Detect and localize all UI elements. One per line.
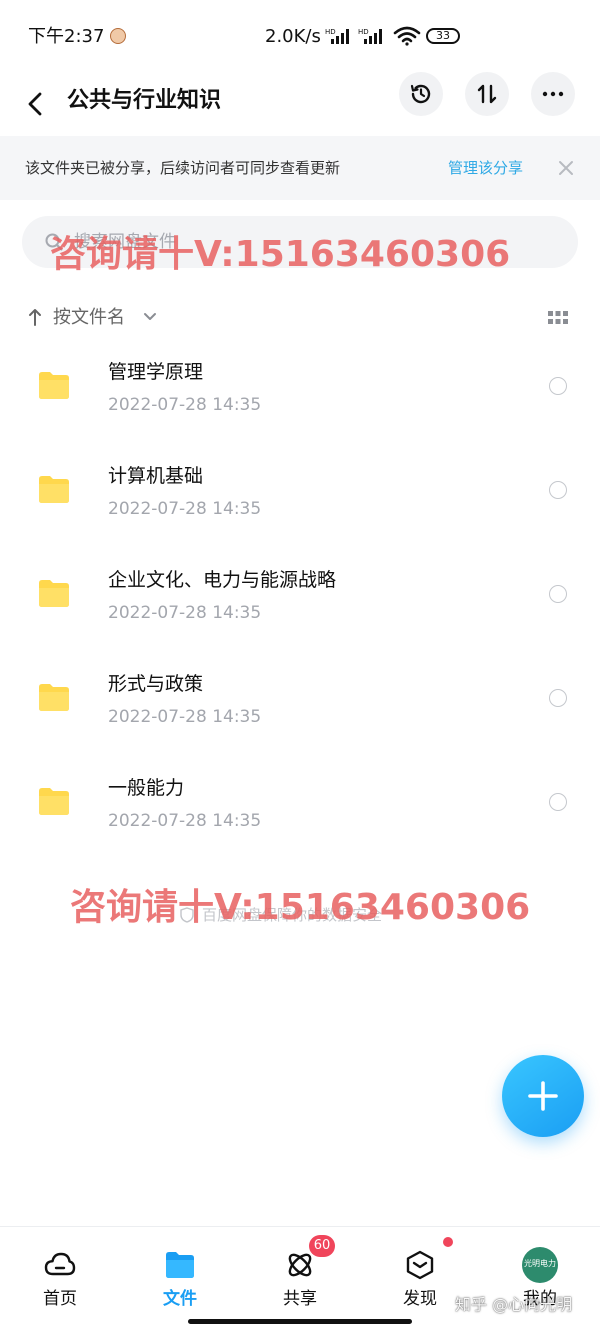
more-dots-icon bbox=[542, 91, 564, 97]
wifi-icon bbox=[393, 26, 421, 46]
svg-text:HD: HD bbox=[325, 28, 336, 36]
watermark-text: 咨询请十V:15163460306 bbox=[70, 887, 531, 928]
history-button[interactable] bbox=[399, 72, 443, 116]
battery-indicator: 33 bbox=[426, 28, 460, 44]
nav-item-home[interactable]: 首页 bbox=[15, 1245, 105, 1315]
file-row[interactable]: 形式与政策 2022-07-28 14:35 bbox=[0, 652, 600, 756]
chevron-down-icon[interactable] bbox=[142, 311, 158, 323]
nav-label: 发现 bbox=[403, 1289, 437, 1309]
nav-item-discover[interactable]: 发现 bbox=[375, 1237, 465, 1315]
transfer-arrows-icon bbox=[477, 84, 497, 104]
sort-by-name-button[interactable]: 按文件名 bbox=[53, 305, 125, 331]
file-name: 一般能力 bbox=[108, 777, 185, 799]
select-checkbox[interactable] bbox=[549, 585, 567, 603]
avatar: 光明电力 bbox=[522, 1247, 558, 1283]
signal-hd-icon: HD bbox=[325, 28, 349, 44]
home-indicator[interactable] bbox=[188, 1319, 412, 1324]
zhihu-watermark: 知乎 @心向光明 bbox=[455, 1295, 573, 1314]
file-name: 企业文化、电力与能源战略 bbox=[108, 569, 337, 591]
file-row[interactable]: 一般能力 2022-07-28 14:35 bbox=[0, 756, 600, 860]
bottom-nav: 首页 文件 60 共享 发现 光明电力 我的 bbox=[0, 1226, 600, 1333]
share-count-badge: 60 bbox=[309, 1235, 335, 1257]
header: 公共与行业知识 bbox=[0, 72, 600, 136]
more-button[interactable] bbox=[531, 72, 575, 116]
nav-item-files[interactable]: 文件 bbox=[135, 1245, 225, 1315]
notification-dot bbox=[443, 1237, 453, 1247]
file-date: 2022-07-28 14:35 bbox=[108, 499, 262, 519]
transfer-button[interactable] bbox=[465, 72, 509, 116]
status-bar: 下午2:37 2.0K/s HD HD 33 bbox=[0, 0, 600, 72]
file-row[interactable]: 管理学原理 2022-07-28 14:35 bbox=[0, 340, 600, 444]
nav-label: 共享 bbox=[283, 1289, 317, 1309]
select-checkbox[interactable] bbox=[549, 481, 567, 499]
orbit-share-icon bbox=[288, 1253, 312, 1277]
plus-icon bbox=[528, 1081, 558, 1111]
nav-item-share[interactable]: 60 共享 bbox=[255, 1235, 345, 1315]
cloud-icon bbox=[44, 1252, 76, 1276]
watermark-text: 咨询请十V:15163460306 bbox=[50, 234, 511, 275]
chevron-left-icon bbox=[28, 92, 42, 116]
box-icon bbox=[406, 1250, 434, 1280]
network-speed: 2.0K/s bbox=[265, 26, 321, 47]
history-icon bbox=[410, 84, 431, 104]
file-date: 2022-07-28 14:35 bbox=[108, 707, 262, 727]
back-button[interactable] bbox=[18, 82, 54, 126]
add-button[interactable] bbox=[502, 1055, 584, 1137]
folder-icon bbox=[166, 1252, 194, 1278]
file-date: 2022-07-28 14:35 bbox=[108, 811, 262, 831]
select-checkbox[interactable] bbox=[549, 377, 567, 395]
file-date: 2022-07-28 14:35 bbox=[108, 603, 262, 623]
manage-share-link[interactable]: 管理该分享 bbox=[448, 157, 523, 179]
file-name: 计算机基础 bbox=[108, 465, 204, 487]
arrow-up-icon[interactable] bbox=[26, 307, 44, 327]
file-row[interactable]: 计算机基础 2022-07-28 14:35 bbox=[0, 444, 600, 548]
avatar-text: 光明电力 bbox=[524, 1259, 556, 1268]
status-avatar-icon bbox=[110, 28, 126, 44]
folder-icon bbox=[39, 788, 69, 815]
nav-label: 文件 bbox=[163, 1289, 197, 1309]
close-icon[interactable] bbox=[556, 158, 576, 178]
sort-bar: 按文件名 bbox=[0, 300, 600, 336]
select-checkbox[interactable] bbox=[549, 793, 567, 811]
folder-icon bbox=[39, 684, 69, 711]
folder-icon bbox=[39, 372, 69, 399]
file-name: 形式与政策 bbox=[108, 673, 204, 695]
signal-hd-icon: HD bbox=[358, 28, 382, 44]
page-title: 公共与行业知识 bbox=[67, 88, 222, 113]
file-row[interactable]: 企业文化、电力与能源战略 2022-07-28 14:35 bbox=[0, 548, 600, 652]
select-checkbox[interactable] bbox=[549, 689, 567, 707]
status-time: 下午2:37 bbox=[28, 26, 105, 47]
share-banner: 该文件夹已被分享，后续访问者可同步查看更新 管理该分享 bbox=[0, 136, 600, 200]
share-banner-text: 该文件夹已被分享，后续访问者可同步查看更新 bbox=[25, 159, 341, 177]
file-date: 2022-07-28 14:35 bbox=[108, 395, 262, 415]
grid-view-icon[interactable] bbox=[548, 311, 568, 325]
file-name: 管理学原理 bbox=[108, 361, 204, 383]
folder-icon bbox=[39, 580, 69, 607]
folder-icon bbox=[39, 476, 69, 503]
svg-text:HD: HD bbox=[358, 28, 369, 36]
nav-label: 首页 bbox=[43, 1289, 77, 1309]
